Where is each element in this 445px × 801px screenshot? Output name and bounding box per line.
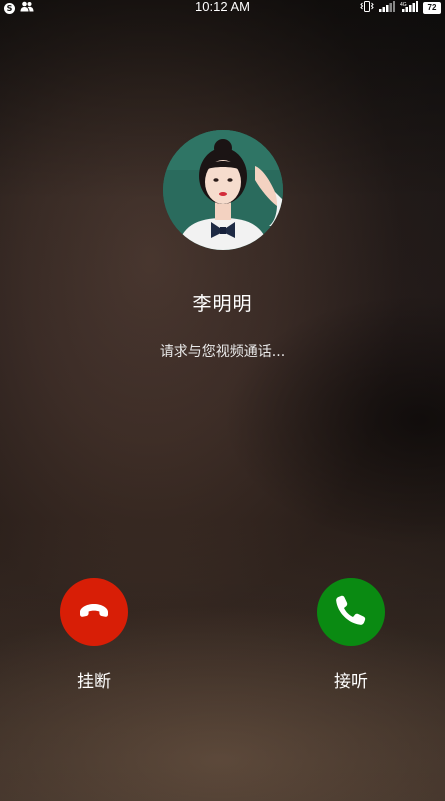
phone-answer-icon [334,593,368,631]
battery-icon: 72 [423,2,441,14]
vibrate-icon [360,1,374,15]
answer-label: 接听 [334,672,368,692]
phone-hangup-icon [76,592,112,632]
status-bar: S 10:12 AM 4G 72 [0,0,445,14]
answer-button[interactable] [317,578,385,646]
hangup-label: 挂断 [77,672,111,692]
signal-4g-icon: 4G [400,1,418,15]
caller-avatar [163,130,283,250]
call-status-text: 请求与您视频通话... [159,344,286,360]
hangup-button[interactable] [60,578,128,646]
signal-icon [379,1,395,15]
status-right: 4G 72 [360,1,441,15]
caller-name: 李明明 [192,293,253,315]
